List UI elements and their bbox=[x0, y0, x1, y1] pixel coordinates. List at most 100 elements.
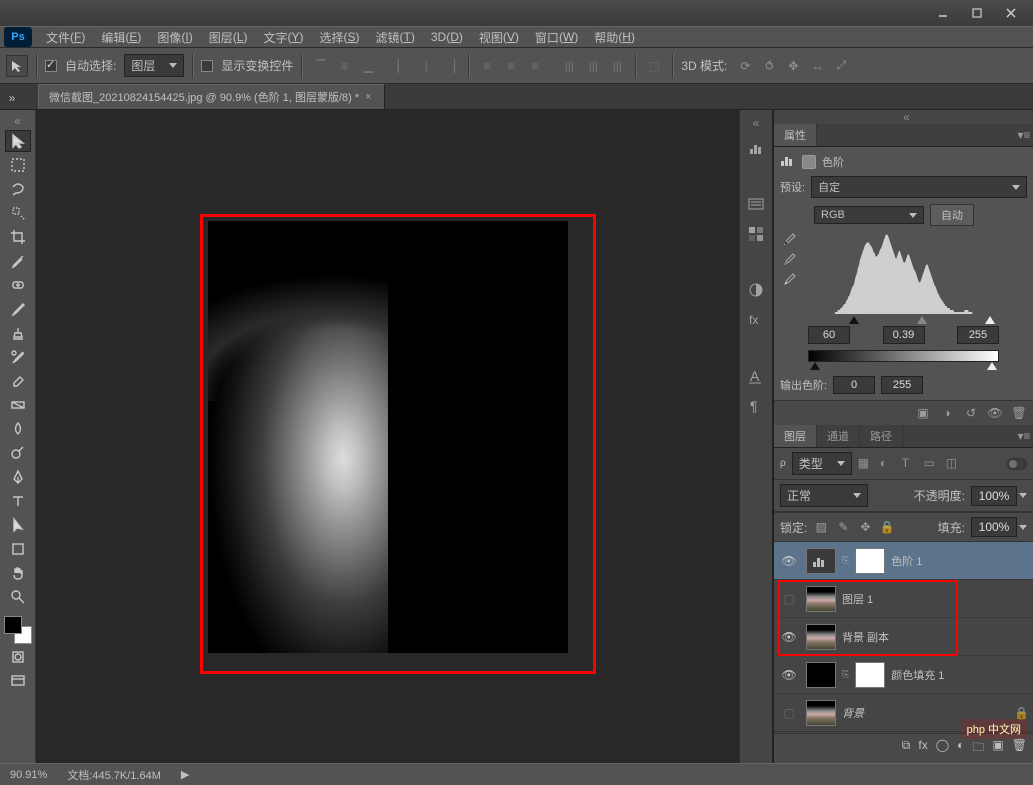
filter-adjust-icon[interactable]: ◐ bbox=[880, 456, 896, 472]
add-mask-icon[interactable]: ◯ bbox=[936, 738, 949, 759]
distribute-bottom-icon[interactable]: ≡ bbox=[525, 56, 545, 76]
menu-filter[interactable]: 滤镜(T) bbox=[368, 27, 423, 47]
blur-tool[interactable] bbox=[5, 418, 31, 440]
visibility-toggle[interactable]: 👁 bbox=[778, 630, 800, 644]
3d-scale-icon[interactable]: ⤢ bbox=[831, 56, 851, 76]
visibility-toggle[interactable]: ▢ bbox=[778, 706, 800, 720]
lock-all-icon[interactable]: 🔒 bbox=[879, 519, 895, 535]
opacity-input[interactable]: 100% bbox=[971, 486, 1017, 506]
preset-dropdown[interactable]: 自定 bbox=[811, 176, 1027, 198]
new-layer-icon[interactable]: ▣ bbox=[992, 738, 1003, 759]
healing-tool[interactable] bbox=[5, 274, 31, 296]
channel-dropdown[interactable]: RGB bbox=[814, 206, 924, 224]
3d-slide-icon[interactable]: ↔ bbox=[807, 56, 827, 76]
screen-mode-toggle[interactable] bbox=[5, 670, 31, 692]
auto-align-icon[interactable]: ⬚ bbox=[644, 56, 664, 76]
visibility-icon[interactable]: 👁 bbox=[987, 405, 1003, 421]
previous-state-icon[interactable]: ◑ bbox=[939, 405, 955, 421]
menu-file[interactable]: 文件(F) bbox=[38, 27, 93, 47]
output-low-input[interactable]: 0 bbox=[833, 376, 875, 394]
panel-menu-icon[interactable]: ▾≡ bbox=[1015, 128, 1033, 142]
align-right-icon[interactable]: ▕ bbox=[440, 56, 460, 76]
panel-icon-histogram[interactable] bbox=[744, 136, 768, 160]
toolbox-collapse-icon[interactable]: « bbox=[10, 116, 26, 126]
menu-image[interactable]: 图像(I) bbox=[149, 27, 200, 47]
lock-pixels-icon[interactable]: ✎ bbox=[835, 519, 851, 535]
layer-thumb[interactable] bbox=[806, 586, 836, 612]
mask-thumb[interactable] bbox=[855, 548, 885, 574]
filter-type-dropdown[interactable]: 类型 bbox=[792, 452, 852, 475]
align-vcenter-icon[interactable]: ≡ bbox=[334, 56, 354, 76]
shadows-input[interactable]: 60 bbox=[808, 326, 850, 344]
quickmask-toggle[interactable] bbox=[5, 646, 31, 668]
adjustment-thumb[interactable] bbox=[806, 548, 836, 574]
marquee-tool[interactable] bbox=[5, 154, 31, 176]
delete-layer-icon[interactable]: 🗑 bbox=[1012, 738, 1027, 759]
blend-mode-dropdown[interactable]: 正常 bbox=[780, 484, 868, 507]
channels-tab[interactable]: 通道 bbox=[817, 425, 860, 447]
lasso-tool[interactable] bbox=[5, 178, 31, 200]
active-tool-icon[interactable] bbox=[6, 55, 28, 77]
reset-icon[interactable]: ↺ bbox=[963, 405, 979, 421]
filter-toggle[interactable] bbox=[1007, 458, 1027, 470]
status-menu-icon[interactable]: ▶ bbox=[181, 768, 189, 781]
link-icon[interactable]: ⎘ bbox=[842, 555, 849, 566]
panel-icon-adjustments[interactable] bbox=[744, 278, 768, 302]
layer-name[interactable]: 图层 1 bbox=[842, 591, 1029, 607]
menu-select[interactable]: 选择(S) bbox=[311, 27, 367, 47]
show-transform-checkbox[interactable] bbox=[201, 60, 213, 72]
distribute-left-icon[interactable]: ||| bbox=[559, 56, 579, 76]
maximize-button[interactable] bbox=[961, 4, 993, 22]
gradient-tool[interactable] bbox=[5, 394, 31, 416]
link-icon[interactable]: ⎘ bbox=[842, 669, 849, 680]
output-white-slider[interactable] bbox=[987, 362, 997, 370]
3d-orbit-icon[interactable]: ⟳ bbox=[735, 56, 755, 76]
black-point-eyedropper[interactable] bbox=[782, 232, 798, 248]
new-group-icon[interactable]: 🗀 bbox=[972, 738, 984, 759]
input-sliders[interactable] bbox=[810, 316, 997, 324]
close-button[interactable] bbox=[995, 4, 1027, 22]
layer-row[interactable]: 👁 ⎘ 颜色填充 1 bbox=[774, 656, 1033, 694]
layer-row[interactable]: ▢ 图层 1 bbox=[774, 580, 1033, 618]
fg-color[interactable] bbox=[4, 616, 22, 634]
quick-select-tool[interactable] bbox=[5, 202, 31, 224]
visibility-toggle[interactable]: 👁 bbox=[778, 554, 800, 568]
align-left-icon[interactable]: ▏ bbox=[392, 56, 412, 76]
menu-window[interactable]: 窗口(W) bbox=[527, 27, 586, 47]
eyedropper-tool[interactable] bbox=[5, 250, 31, 272]
zoom-readout[interactable]: 90.91% bbox=[10, 769, 47, 781]
menu-edit[interactable]: 编辑(E) bbox=[93, 27, 149, 47]
brush-tool[interactable] bbox=[5, 298, 31, 320]
clip-to-layer-icon[interactable]: ▣ bbox=[915, 405, 931, 421]
layer-row[interactable]: 👁 背景 副本 bbox=[774, 618, 1033, 656]
eraser-tool[interactable] bbox=[5, 370, 31, 392]
collapse-toggle-icon[interactable]: » bbox=[6, 87, 18, 109]
history-brush-tool[interactable] bbox=[5, 346, 31, 368]
new-adjustment-icon[interactable]: ◐ bbox=[957, 738, 964, 759]
menu-3d[interactable]: 3D(D) bbox=[423, 27, 471, 47]
zoom-tool[interactable] bbox=[5, 586, 31, 608]
pen-tool[interactable] bbox=[5, 466, 31, 488]
move-tool[interactable] bbox=[5, 130, 31, 152]
menu-view[interactable]: 视图(V) bbox=[471, 27, 527, 47]
auto-select-scope-dropdown[interactable]: 图层 bbox=[124, 54, 184, 77]
auto-button[interactable]: 自动 bbox=[930, 204, 974, 226]
distribute-right-icon[interactable]: ||| bbox=[607, 56, 627, 76]
fill-thumb[interactable] bbox=[806, 662, 836, 688]
dodge-tool[interactable] bbox=[5, 442, 31, 464]
document-tab[interactable]: 微信截图_20210824154425.jpg @ 90.9% (色阶 1, 图… bbox=[38, 84, 385, 109]
panel-menu-icon[interactable]: ▾≡ bbox=[1015, 429, 1033, 443]
chevron-down-icon[interactable] bbox=[1019, 525, 1027, 530]
align-top-icon[interactable]: ▔ bbox=[310, 56, 330, 76]
mask-thumb[interactable] bbox=[855, 662, 885, 688]
layer-thumb[interactable] bbox=[806, 700, 836, 726]
crop-tool[interactable] bbox=[5, 226, 31, 248]
layer-name[interactable]: 颜色填充 1 bbox=[891, 667, 1029, 683]
output-sliders[interactable] bbox=[808, 362, 999, 370]
auto-select-checkbox[interactable] bbox=[45, 60, 57, 72]
link-layers-icon[interactable]: ⧉ bbox=[902, 738, 911, 759]
lock-transparency-icon[interactable]: ▨ bbox=[813, 519, 829, 535]
panel-icon-color[interactable] bbox=[744, 192, 768, 216]
align-bottom-icon[interactable]: ▁ bbox=[358, 56, 378, 76]
menu-layer[interactable]: 图层(L) bbox=[201, 27, 256, 47]
